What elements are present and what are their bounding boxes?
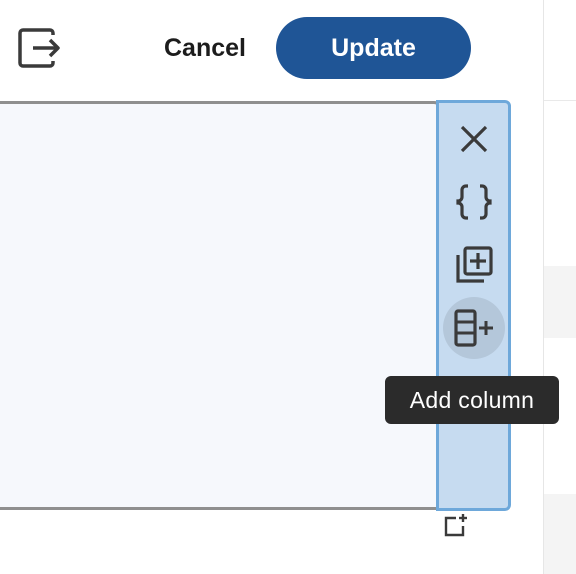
side-toolbar: [436, 100, 511, 511]
add-block-button[interactable]: [443, 234, 505, 296]
update-button[interactable]: Update: [276, 17, 471, 79]
cancel-button[interactable]: Cancel: [150, 26, 260, 70]
strip-row: [544, 266, 576, 338]
add-column-button[interactable]: [443, 297, 505, 359]
editor-panel[interactable]: [0, 101, 442, 510]
close-icon: [460, 125, 488, 153]
strip-row: [544, 494, 576, 574]
exit-arrow-icon: [18, 28, 60, 68]
code-button[interactable]: [443, 171, 505, 233]
background-strip: [543, 0, 576, 574]
strip-divider: [544, 100, 576, 101]
add-corner-button[interactable]: [441, 510, 471, 540]
close-button[interactable]: [443, 108, 505, 170]
add-box-corner-icon: [444, 514, 467, 537]
add-library-icon: [456, 246, 493, 283]
add-column-tooltip: Add column: [385, 376, 559, 424]
exit-button[interactable]: [17, 27, 63, 69]
braces-icon: [456, 184, 492, 220]
add-column-icon: [454, 309, 493, 347]
